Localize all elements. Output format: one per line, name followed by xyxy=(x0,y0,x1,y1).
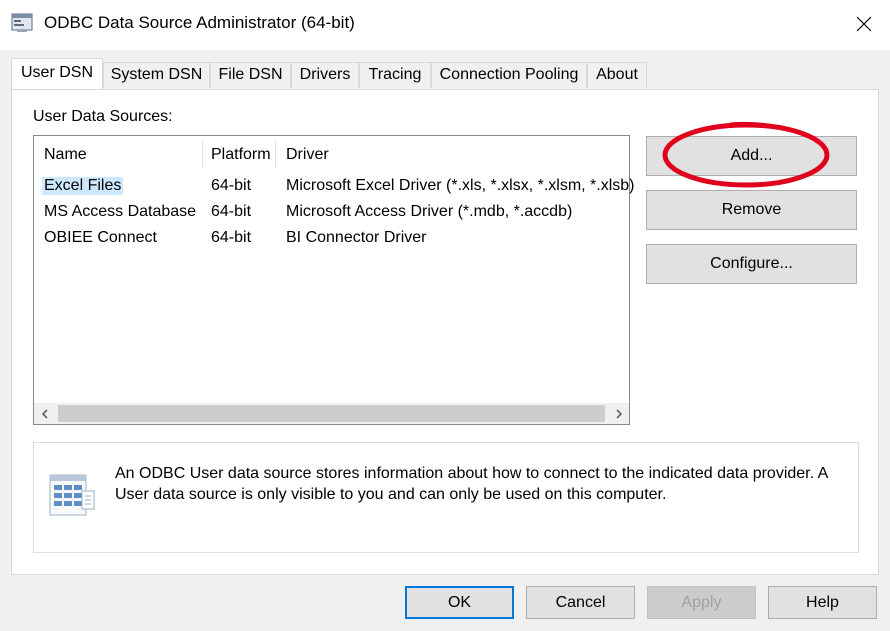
list-row-obiee-connect[interactable]: OBIEE Connect 64-bit BI Connector Driver xyxy=(34,227,629,251)
scroll-left-button[interactable] xyxy=(34,403,55,424)
row-platform: 64-bit xyxy=(211,229,252,246)
column-divider[interactable] xyxy=(275,140,276,168)
tab-tracing[interactable]: Tracing xyxy=(359,62,431,88)
row-driver: Microsoft Excel Driver (*.xls, *.xlsx, *… xyxy=(286,177,635,194)
column-header-driver[interactable]: Driver xyxy=(286,146,329,164)
tab-system-dsn[interactable]: System DSN xyxy=(103,62,210,88)
row-platform: 64-bit xyxy=(211,203,252,220)
configure-button[interactable]: Configure... xyxy=(646,244,857,284)
row-name: OBIEE Connect xyxy=(44,229,157,246)
scrollbar-thumb[interactable] xyxy=(58,405,605,422)
column-divider[interactable] xyxy=(202,140,203,168)
tab-connection-pooling[interactable]: Connection Pooling xyxy=(431,62,587,88)
chevron-right-icon xyxy=(615,408,622,419)
close-icon xyxy=(856,16,872,32)
tab-label: User DSN xyxy=(20,64,93,81)
row-name: MS Access Database xyxy=(44,203,197,220)
cancel-button[interactable]: Cancel xyxy=(526,586,635,619)
column-header-name[interactable]: Name xyxy=(44,146,87,164)
row-driver: BI Connector Driver xyxy=(286,229,427,246)
odbc-admin-icon xyxy=(11,13,33,32)
tab-file-dsn[interactable]: File DSN xyxy=(210,62,291,88)
row-platform: 64-bit xyxy=(211,177,252,194)
scroll-right-button[interactable] xyxy=(608,403,629,424)
list-row-excel-files[interactable]: Excel Files 64-bit Microsoft Excel Drive… xyxy=(34,175,634,199)
horizontal-scrollbar[interactable] xyxy=(34,403,629,424)
user-data-sources-label: User Data Sources: xyxy=(33,108,173,125)
row-driver: Microsoft Access Driver (*.mdb, *.accdb) xyxy=(286,203,573,220)
tab-label: File DSN xyxy=(218,66,283,83)
chevron-left-icon xyxy=(41,408,48,419)
window-title: ODBC Data Source Administrator (64-bit) xyxy=(44,13,355,32)
tab-user-dsn[interactable]: User DSN xyxy=(11,58,103,89)
tab-label: Tracing xyxy=(368,66,422,83)
help-button[interactable]: Help xyxy=(768,586,877,619)
info-description: An ODBC User data source stores informat… xyxy=(115,465,828,503)
tab-label: Drivers xyxy=(299,66,351,83)
tab-about[interactable]: About xyxy=(587,62,647,88)
remove-button[interactable]: Remove xyxy=(646,190,857,230)
close-button[interactable] xyxy=(844,4,884,44)
ok-button[interactable]: OK xyxy=(405,586,514,619)
row-name: Excel Files xyxy=(42,177,124,195)
apply-button[interactable]: Apply xyxy=(647,586,756,619)
info-box: An ODBC User data source stores informat… xyxy=(33,442,859,553)
add-button[interactable]: Add... xyxy=(646,136,857,176)
data-source-icon xyxy=(49,474,95,516)
list-header: Name Platform Driver xyxy=(34,136,629,170)
list-row-ms-access[interactable]: MS Access Database 64-bit Microsoft Acce… xyxy=(34,201,629,225)
tab-drivers[interactable]: Drivers xyxy=(291,62,359,88)
tab-label: About xyxy=(596,66,638,83)
title-bar: ODBC Data Source Administrator (64-bit) xyxy=(0,0,890,50)
data-source-list[interactable]: Name Platform Driver Excel Files 64-bit … xyxy=(33,135,634,425)
tab-label: Connection Pooling xyxy=(439,66,579,83)
tab-label: System DSN xyxy=(110,66,203,83)
column-header-platform[interactable]: Platform xyxy=(211,146,271,164)
